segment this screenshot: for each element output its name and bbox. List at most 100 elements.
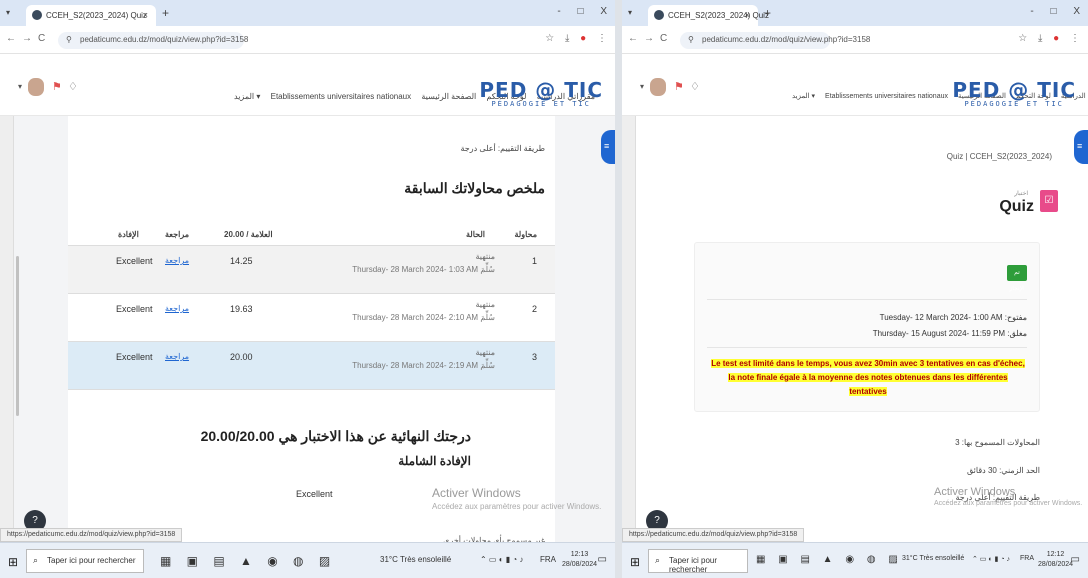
left-screen: ▾ CCEH_S2(2023_2024) Quiz × + - □ X ←→C … [0,0,615,578]
col-state: الحالة [466,230,485,239]
nav-etablissements[interactable]: Etablissements universitaires nationaux [271,92,412,101]
attempt-state: منتهية Thursday- 28 March 2024- 2:19 AM … [352,348,495,370]
attempt-number: 2 [531,304,537,314]
review-link[interactable]: مراجعة [165,352,189,361]
user-menu-chevron-icon[interactable]: ▾ [18,82,22,91]
attempts-allowed: المحاولات المسموح بها: 3 [955,438,1040,447]
attempt-grade: 20.00 [230,352,253,362]
state-label: منتهية [475,300,495,309]
messages-icon[interactable]: ⚑ [52,80,62,93]
tab-menu-icon[interactable]: ▾ [6,8,10,17]
language-indicator[interactable]: FRA [540,555,556,564]
weather[interactable]: 31°C Très ensoleillé [380,555,451,564]
language-indicator[interactable]: FRA [1020,555,1034,562]
state-label: منتهية [475,348,495,357]
breadcrumb[interactable]: Quiz | CCEH_S2(2023_2024) [947,152,1052,161]
system-tray-icons[interactable]: ⌃ ▭ ◐ ▮ ◔ ♪ [480,555,523,564]
close-tab-icon[interactable]: × [143,10,148,20]
review-link[interactable]: مراجعة [165,256,189,265]
windows-start-icon[interactable]: ⊞ [630,555,640,569]
nav-etablissements[interactable]: Etablissements universitaires nationaux [825,93,948,100]
watermark-title: Activer Windows [432,486,521,500]
weather[interactable]: 31°C Très ensoleillé [902,555,964,562]
clock[interactable]: 12:12 28/08/2024 [1038,550,1073,570]
scrollbar-thumb[interactable] [16,256,19,416]
overall-feedback-label: الإفادة الشاملة [398,454,471,468]
activation-watermark: Activer Windows Accédez aux paramètres p… [934,486,1082,507]
attempt-number: 1 [531,256,537,266]
nav-home[interactable]: الصفحة الرئيسية [421,92,476,101]
close-window-button[interactable]: X [1073,6,1080,17]
nav-more[interactable]: المزيد ▾ [792,93,815,100]
toolbar-icons: ☆ ⤓ ● ⋮ [537,33,607,44]
tab-menu-icon[interactable]: ▾ [628,8,632,17]
table-row: 1 منتهية Thursday- 28 March 2024- 1:03 A… [68,246,555,294]
bookmark-star-icon[interactable]: ☆ [545,33,554,44]
clock[interactable]: 12:13 28/08/2024 [562,550,597,570]
col-review: مراجعة [165,230,190,239]
review-link[interactable]: مراجعة [165,304,189,313]
address-bar: ←→C ⚲ pedaticumc.edu.dz/mod/quiz/view.ph… [0,26,615,54]
bookmark-star-icon[interactable]: ☆ [1018,33,1027,44]
attempt-state: منتهية Thursday- 28 March 2024- 2:10 AM … [352,300,495,322]
overall-feedback-text: Excellent [296,489,333,499]
drawer-toggle-button[interactable]: ≡ [601,130,615,164]
url-field[interactable]: ⚲ pedaticumc.edu.dz/mod/quiz/view.php?id… [58,32,248,49]
browser-tab[interactable]: CCEH_S2(2023_2024) Quiz × [648,5,769,26]
attempt-feedback: Excellent [116,304,153,314]
site-logo[interactable]: PED @ TIC PÉDAGOGIE ET TIC [952,78,1076,108]
system-tray-icons[interactable]: ⌃ ▭ ◐ ▮ ◔ ♪ [972,555,1010,563]
nav-more[interactable]: المزيد ▾ [234,92,260,101]
page-main: طريقة التقييم: أعلى درجة ملخص محاولاتك ا… [68,116,555,545]
maximize-button[interactable]: □ [578,6,584,17]
clock-time: 12:12 [1046,551,1065,558]
taskbar-apps[interactable]: ▦ ▣ ▤ ▲ ◉ ◍ ▨ [756,554,903,565]
user-avatar[interactable] [28,78,44,96]
notifications-bell-icon[interactable]: ♢ [690,80,700,93]
close-tab-icon[interactable]: × [745,10,750,20]
new-tab-button[interactable]: + [764,6,771,20]
drawer-toggle-button[interactable]: ≡ [1074,130,1088,164]
site-info-icon[interactable]: ⚲ [66,35,72,44]
taskbar-search[interactable]: ⌕ Taper ici pour rechercher [26,549,144,573]
browser-tab[interactable]: CCEH_S2(2023_2024) Quiz × [26,5,156,26]
clock-date: 28/08/2024 [1038,561,1074,568]
download-icon[interactable]: ⤓ [1038,33,1042,44]
submitted-date: Thursday- 28 March 2024- 2:10 AM سُلِّمَ [352,313,495,322]
new-tab-button[interactable]: + [162,6,169,20]
logo-main-text: PED @ TIC [479,78,603,102]
taskbar-apps[interactable]: ▦ ▣ ▤ ▲ ◉ ◍ ▨ [160,554,336,568]
taskbar-search[interactable]: ⌕ Taper ici pour rechercher [648,549,748,574]
profile-icon[interactable]: ● [580,33,586,44]
clock-date: 28/08/2024 [562,561,598,568]
close-window-button[interactable]: X [600,6,607,17]
quiz-icon: ☑ [1040,190,1058,212]
user-avatar[interactable] [650,78,666,96]
nav-buttons[interactable]: ←→C [628,33,673,44]
minimize-button[interactable]: - [557,6,560,17]
maximize-button[interactable]: □ [1051,6,1057,17]
search-icon: ⌕ [33,555,39,565]
content-area: Quiz | CCEH_S2(2023_2024) اختبار Quiz ☑ … [622,116,1088,542]
notifications-icon[interactable]: ▭ [1071,554,1080,565]
download-icon[interactable]: ⤓ [565,33,569,44]
search-icon: ⌕ [655,555,661,565]
windows-start-icon[interactable]: ⊞ [8,555,18,569]
tab-strip: ▾ CCEH_S2(2023_2024) Quiz × + - □ X [622,0,1088,26]
logo-sub-text: PÉDAGOGIE ET TIC [964,100,1064,108]
menu-kebab-icon[interactable]: ⋮ [597,33,607,44]
notifications-bell-icon[interactable]: ♢ [68,80,78,93]
messages-icon[interactable]: ⚑ [674,80,684,93]
user-menu-chevron-icon[interactable]: ▾ [640,82,644,91]
card-divider [707,299,1027,300]
nav-buttons[interactable]: ←→C [6,33,51,44]
left-rail [622,116,636,542]
site-info-icon[interactable]: ⚲ [688,35,694,44]
url-field[interactable]: ⚲ pedaticumc.edu.dz/mod/quiz/view.php?id… [680,32,870,49]
notifications-icon[interactable]: ▭ [598,554,607,565]
menu-kebab-icon[interactable]: ⋮ [1070,33,1080,44]
minimize-button[interactable]: - [1030,6,1033,17]
site-logo[interactable]: PED @ TIC PÉDAGOGIE ET TIC [479,78,603,108]
watermark-subtitle: Accédez aux paramètres pour activer Wind… [432,502,602,511]
profile-icon[interactable]: ● [1053,33,1059,44]
